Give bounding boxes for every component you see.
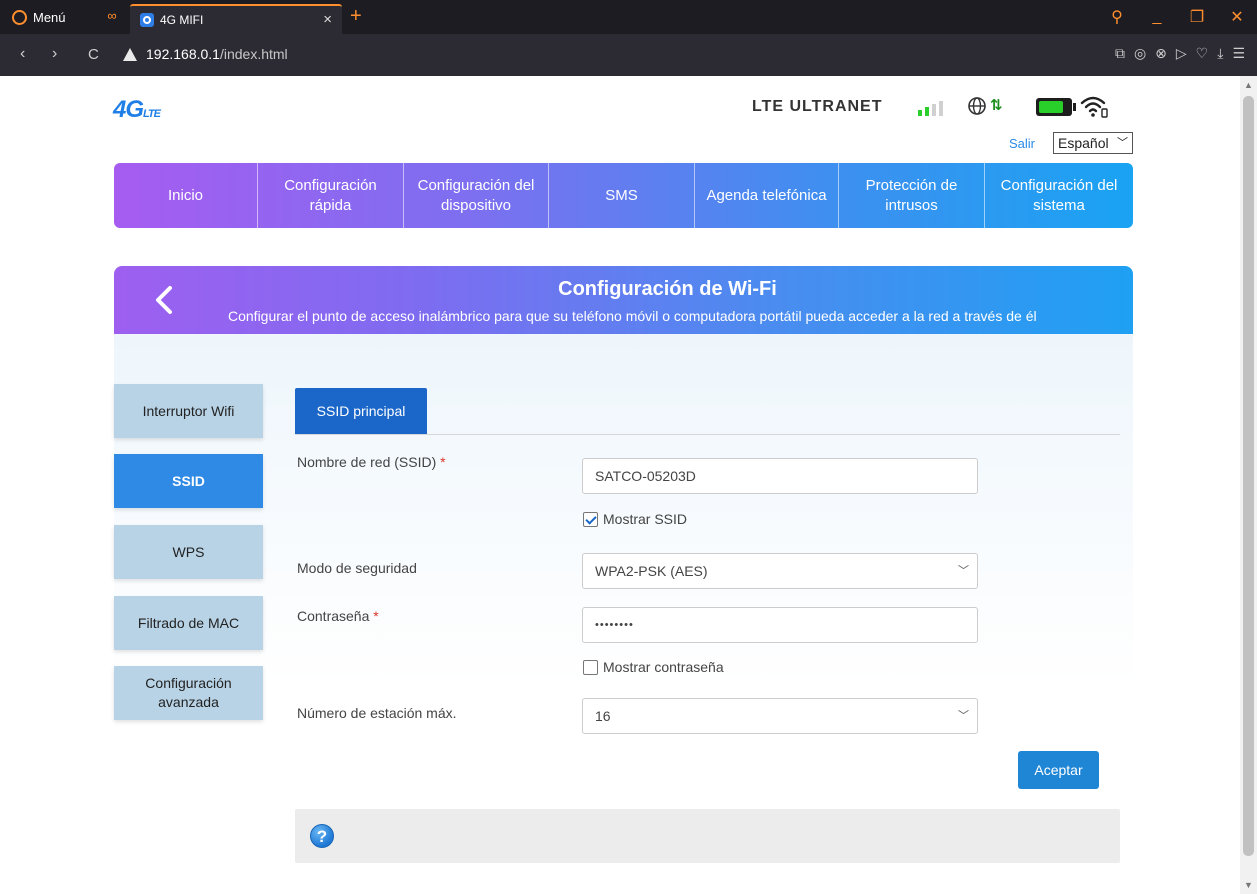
- signal-bar: [918, 110, 922, 116]
- search-tabs-icon[interactable]: ⚲: [1097, 7, 1137, 27]
- camera-icon[interactable]: ◎: [1134, 45, 1146, 62]
- scroll-down-icon[interactable]: ▼: [1244, 880, 1253, 890]
- reload-icon[interactable]: C: [88, 46, 99, 63]
- security-mode-label: Modo de seguridad: [297, 560, 417, 576]
- scroll-up-icon[interactable]: ▲: [1244, 80, 1253, 90]
- sidebar-item-interruptor-wifi[interactable]: Interruptor Wifi: [114, 384, 263, 438]
- gaming-icon[interactable]: ∞: [104, 8, 120, 24]
- download-icon[interactable]: ⤓: [1217, 45, 1223, 62]
- signal-bar: [925, 107, 929, 116]
- sidebar-item-wps[interactable]: WPS: [114, 525, 263, 579]
- window-controls: ⚲ _ ❐ ✕: [1097, 0, 1257, 34]
- forward-icon[interactable]: ›: [52, 45, 57, 63]
- help-icon[interactable]: ?: [310, 824, 334, 848]
- url-host: 192.168.0.1: [146, 46, 220, 62]
- required-mark: *: [440, 454, 446, 470]
- browser-tab[interactable]: 4G MIFI ×: [130, 4, 342, 34]
- new-tab-icon[interactable]: +: [350, 5, 362, 27]
- nav-item-configuracion-rapida[interactable]: Configuración rápida: [258, 163, 404, 228]
- tab-ssid-principal[interactable]: SSID principal: [295, 388, 427, 434]
- language-value: Español: [1058, 135, 1109, 151]
- max-station-label: Número de estación máx.: [297, 705, 457, 721]
- help-panel: ?: [295, 809, 1120, 863]
- chevron-down-icon: ﹀: [958, 710, 969, 722]
- required-mark: *: [373, 608, 379, 624]
- language-select[interactable]: Español ﹀: [1053, 132, 1133, 154]
- sidebar-item-ssid[interactable]: SSID: [114, 454, 263, 508]
- tab-favicon-icon: [140, 13, 154, 27]
- logo-sub: LTE: [143, 108, 161, 120]
- tab-title: 4G MIFI: [160, 13, 204, 27]
- show-ssid-checkbox[interactable]: Mostrar SSID: [583, 511, 687, 527]
- max-station-value: 16: [595, 708, 611, 724]
- show-password-label: Mostrar contraseña: [603, 659, 724, 675]
- page-scrollbar[interactable]: ▲ ▼: [1240, 76, 1257, 894]
- browser-menu-label: Menú: [33, 9, 66, 25]
- password-input[interactable]: ••••••••: [582, 607, 978, 643]
- logout-link[interactable]: Salir: [1009, 136, 1035, 151]
- show-password-checkbox-box[interactable]: [583, 659, 598, 675]
- wifi-icon: [1080, 96, 1108, 118]
- nav-item-agenda-telefonica[interactable]: Agenda telefónica: [695, 163, 839, 228]
- ssid-label-text: Nombre de red (SSID): [297, 454, 437, 470]
- page-viewport: 4GLTE LTE ULTRANET ⇅ Salir Español ﹀ Ini…: [0, 76, 1240, 894]
- sidebar-item-configuracion-avanzada[interactable]: Configuración avanzada: [114, 666, 263, 720]
- scroll-thumb[interactable]: [1243, 96, 1254, 856]
- max-station-select[interactable]: 16 ﹀: [582, 698, 978, 734]
- url-path: /index.html: [219, 46, 288, 62]
- ssid-input[interactable]: SATCO-05203D: [582, 458, 978, 494]
- content-area: Interruptor Wifi SSID WPS Filtrado de MA…: [114, 334, 1133, 879]
- nav-item-inicio[interactable]: Inicio: [114, 163, 258, 228]
- tab-close-icon[interactable]: ×: [323, 11, 332, 28]
- signal-strength-icon: [918, 100, 943, 116]
- url-input[interactable]: 192.168.0.1/index.html: [146, 46, 288, 62]
- toolbar-icons: ⧉ ◎ ⊗ ▷ ♡ ⤓ ☰: [1115, 45, 1245, 62]
- opera-logo-icon: [12, 9, 27, 25]
- ssid-label: Nombre de red (SSID) *: [297, 454, 446, 470]
- show-password-checkbox[interactable]: Mostrar contraseña: [583, 659, 724, 675]
- logo: 4GLTE: [113, 96, 161, 124]
- signal-bar: [939, 101, 943, 116]
- main-nav: Inicio Configuración rápida Configuració…: [114, 163, 1133, 228]
- not-secure-warning-icon[interactable]: [123, 48, 137, 61]
- page-banner: Configuración de Wi-Fi Configurar el pun…: [114, 266, 1133, 334]
- battery-icon: [1036, 98, 1076, 116]
- show-ssid-checkbox-box[interactable]: [583, 511, 598, 527]
- security-mode-select[interactable]: WPA2-PSK (AES) ﹀: [582, 553, 978, 589]
- data-transfer-icon: ⇅: [990, 97, 1003, 114]
- share-icon[interactable]: ⧉: [1115, 45, 1125, 62]
- tab-divider: [295, 434, 1120, 435]
- logo-main: 4G: [113, 96, 144, 123]
- chevron-down-icon: ﹀: [1117, 137, 1128, 149]
- show-ssid-label: Mostrar SSID: [603, 511, 688, 527]
- password-label: Contraseña *: [297, 608, 379, 624]
- close-window-icon[interactable]: ✕: [1217, 7, 1257, 27]
- sidebar-item-filtrado-mac[interactable]: Filtrado de MAC: [114, 596, 263, 650]
- browser-tab-bar: Menú ∞ 4G MIFI × + ⚲ _ ❐ ✕: [0, 0, 1257, 34]
- page-title: Configuración de Wi-Fi: [558, 278, 777, 300]
- nav-item-sms[interactable]: SMS: [549, 163, 695, 228]
- send-icon[interactable]: ▷: [1176, 45, 1187, 62]
- security-mode-value: WPA2-PSK (AES): [595, 563, 708, 579]
- globe-icon: [968, 97, 986, 115]
- heart-icon[interactable]: ♡: [1196, 45, 1209, 62]
- nav-item-configuracion-dispositivo[interactable]: Configuración del dispositivo: [404, 163, 549, 228]
- back-icon[interactable]: ‹: [20, 45, 25, 63]
- nav-item-configuracion-sistema[interactable]: Configuración del sistema: [985, 163, 1133, 228]
- adblock-icon[interactable]: ⊗: [1155, 45, 1167, 62]
- easy-setup-icon[interactable]: ☰: [1232, 45, 1245, 62]
- chevron-down-icon: ﹀: [958, 565, 969, 577]
- restore-icon[interactable]: ❐: [1177, 7, 1217, 27]
- nav-item-proteccion-intrusos[interactable]: Protección de intrusos: [839, 163, 985, 228]
- signal-bar: [932, 104, 936, 116]
- password-label-text: Contraseña: [297, 608, 370, 624]
- operator-name: LTE ULTRANET: [752, 98, 883, 115]
- browser-menu-button[interactable]: Menú: [12, 8, 66, 26]
- minimize-icon[interactable]: _: [1137, 8, 1177, 26]
- page-subtitle: Configurar el punto de acceso inalámbric…: [228, 308, 1037, 324]
- address-bar: ‹ › C 192.168.0.1/index.html ⧉ ◎ ⊗ ▷ ♡ ⤓…: [0, 34, 1257, 76]
- accept-button[interactable]: Aceptar: [1018, 751, 1099, 789]
